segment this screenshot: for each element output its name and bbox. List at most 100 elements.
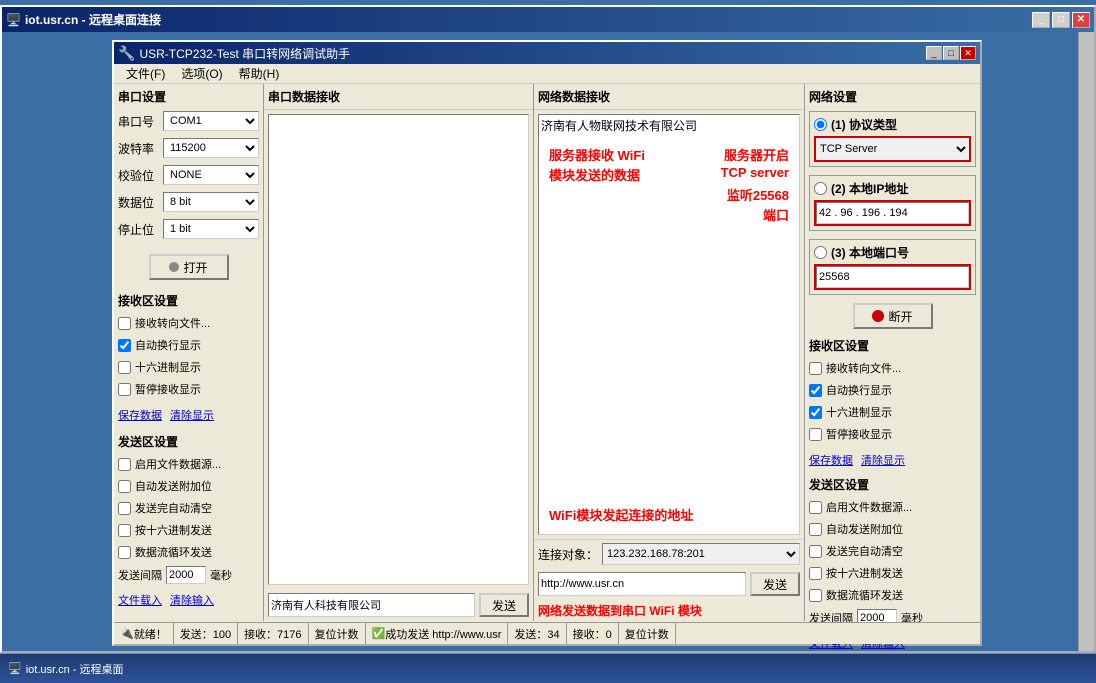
net-send-section: 发送区设置 xyxy=(809,476,976,493)
taskbar-item[interactable]: 🖥️ iot.usr.cn - 远程桌面 xyxy=(0,661,132,677)
send-hex-cb[interactable] xyxy=(118,524,131,537)
serial-send-button[interactable]: 发送 xyxy=(479,593,529,617)
annotation-port: 监听25568 xyxy=(727,185,789,204)
baud-row: 波特率 115200 xyxy=(118,138,259,158)
net-recv-section: 接收区设置 xyxy=(809,337,976,354)
recv-pause-cb[interactable] xyxy=(118,383,131,396)
net-send-hex-cb[interactable] xyxy=(809,567,822,580)
annotation-wifi-recv: 服务器接收 WiFi xyxy=(549,145,645,164)
net-recv-cb-2: 自动换行显示 xyxy=(809,382,976,398)
recv-links: 保存数据 清除显示 xyxy=(118,407,259,423)
send-loop-cb[interactable] xyxy=(118,546,131,559)
baud-select[interactable]: 115200 xyxy=(163,138,259,158)
close-button[interactable]: ✕ xyxy=(1072,12,1090,28)
network-settings-panel: 网络设置 (1) 协议类型 TCP Server xyxy=(805,84,980,621)
save-data-link[interactable]: 保存数据 xyxy=(118,407,162,423)
scrollbar-right[interactable] xyxy=(1078,32,1094,651)
taskbar-title: iot.usr.cn - 远程桌面 xyxy=(26,661,124,677)
serial-send-row: 发送 xyxy=(264,589,533,621)
minimize-button[interactable]: _ xyxy=(1032,12,1050,28)
annotation-connect-addr: WiFi模块发起连接的地址 xyxy=(549,505,693,524)
net-send-auto-cb[interactable] xyxy=(809,523,822,536)
maximize-button[interactable]: □ xyxy=(1052,12,1070,28)
send-cb-5: 数据流循环发送 xyxy=(118,544,259,560)
protocol-select[interactable]: TCP Server xyxy=(816,138,969,160)
net-save-link[interactable]: 保存数据 xyxy=(809,452,853,468)
send-file-cb[interactable] xyxy=(118,458,131,471)
stopbits-select[interactable]: 1 bit xyxy=(163,219,259,239)
net-recv-file-cb[interactable] xyxy=(809,362,822,375)
reset-counter-right[interactable]: 复位计数 xyxy=(619,623,676,644)
app-icon: 🔧 xyxy=(118,45,135,62)
send-clear-cb[interactable] xyxy=(118,502,131,515)
recv-file-cb[interactable] xyxy=(118,317,131,330)
menu-file[interactable]: 文件(F) xyxy=(118,64,173,83)
network-send-input[interactable] xyxy=(538,572,746,596)
taskbar: 🖥️ iot.usr.cn - 远程桌面 xyxy=(0,653,1096,683)
net-send-cb-3: 发送完自动清空 xyxy=(809,543,976,559)
outer-title-icon: 🖥️ xyxy=(6,13,21,27)
open-serial-button[interactable]: 打开 xyxy=(149,254,229,280)
reset-counter-left[interactable]: 复位计数 xyxy=(309,623,366,644)
serial-recv-area[interactable] xyxy=(268,114,529,585)
parity-select[interactable]: NONE xyxy=(163,165,259,185)
file-load-link[interactable]: 文件载入 xyxy=(118,592,162,608)
net-send-cb-4: 按十六进制发送 xyxy=(809,565,976,581)
net-recv-wrap-cb[interactable] xyxy=(809,384,822,397)
network-recv-panel: 网络数据接收 济南有人物联网技术有限公司 服务器接收 WiFi 模块发送的数据 … xyxy=(534,84,805,621)
serial-send-input[interactable] xyxy=(268,593,475,617)
net-clear-link[interactable]: 清除显示 xyxy=(861,452,905,468)
app-close[interactable]: ✕ xyxy=(960,46,976,60)
net-recv-pause-cb[interactable] xyxy=(809,428,822,441)
app-title: USR-TCP232-Test 串口转网络调试助手 xyxy=(139,45,926,62)
recv-hex-cb[interactable] xyxy=(118,361,131,374)
menubar: 文件(F) 选项(O) 帮助(H) xyxy=(114,64,980,84)
net-send-cb-1: 启用文件数据源... xyxy=(809,499,976,515)
send-cb-4: 按十六进制发送 xyxy=(118,522,259,538)
status-left-icon: 🔌 就绪！ xyxy=(114,623,174,644)
ip-input[interactable] xyxy=(816,202,969,224)
serial-settings-panel: 串口设置 串口号 COM1 波特率 115200 校验位 xyxy=(114,84,264,621)
interval-label: 发送间隔 xyxy=(118,567,162,583)
send-auto-cb[interactable] xyxy=(118,480,131,493)
clear-input-link[interactable]: 清除输入 xyxy=(170,592,214,608)
net-send-loop-cb[interactable] xyxy=(809,589,822,602)
app-body: 串口设置 串口号 COM1 波特率 115200 校验位 xyxy=(114,84,980,621)
network-send-button[interactable]: 发送 xyxy=(750,572,800,596)
send-cb-2: 自动发送附加位 xyxy=(118,478,259,494)
status-right-recv: 接收：0 xyxy=(567,623,619,644)
network-recv-area[interactable]: 济南有人物联网技术有限公司 服务器接收 WiFi 模块发送的数据 服务器开启 T xyxy=(538,114,800,535)
databits-label: 数据位 xyxy=(118,194,163,211)
disconnect-button[interactable]: 断开 xyxy=(853,303,933,329)
recv-wrap-cb[interactable] xyxy=(118,339,131,352)
net-recv-cb-4: 暂停接收显示 xyxy=(809,426,976,442)
annotation-server-open: 服务器开启 xyxy=(724,145,789,164)
databits-select[interactable]: 8 bit xyxy=(163,192,259,212)
recv-section-title: 接收区设置 xyxy=(118,292,259,309)
ip-radio[interactable] xyxy=(814,182,827,195)
clear-display-link[interactable]: 清除显示 xyxy=(170,407,214,423)
port-select[interactable]: COM1 xyxy=(163,111,259,131)
app-maximize[interactable]: □ xyxy=(943,46,959,60)
recv-cb-1: 接收转向文件... xyxy=(118,315,259,331)
port-row: 串口号 COM1 xyxy=(118,111,259,131)
status-check-icon: ✅ xyxy=(372,627,386,640)
interval-input[interactable] xyxy=(166,566,206,584)
net-send-clear-cb[interactable] xyxy=(809,545,822,558)
protocol-radio[interactable] xyxy=(814,118,827,131)
menu-help[interactable]: 帮助(H) xyxy=(231,64,288,83)
net-send-file-cb[interactable] xyxy=(809,501,822,514)
stopbits-label: 停止位 xyxy=(118,221,163,238)
connect-target-select[interactable]: 123.232.168.78:201 xyxy=(602,543,800,565)
port-radio[interactable] xyxy=(814,246,827,259)
protocol-select-box: TCP Server xyxy=(814,136,971,162)
menu-options[interactable]: 选项(O) xyxy=(173,64,230,83)
net-recv-hex-cb[interactable] xyxy=(809,406,822,419)
net-send-cb-5: 数据流循环发送 xyxy=(809,587,976,603)
port-input[interactable] xyxy=(816,266,969,288)
app-minimize[interactable]: _ xyxy=(926,46,942,60)
baud-label: 波特率 xyxy=(118,140,163,157)
protocol-box: (1) 协议类型 TCP Server xyxy=(809,111,976,167)
port-box: (3) 本地端口号 xyxy=(809,239,976,295)
protocol-radio-label: (1) 协议类型 xyxy=(814,116,971,133)
